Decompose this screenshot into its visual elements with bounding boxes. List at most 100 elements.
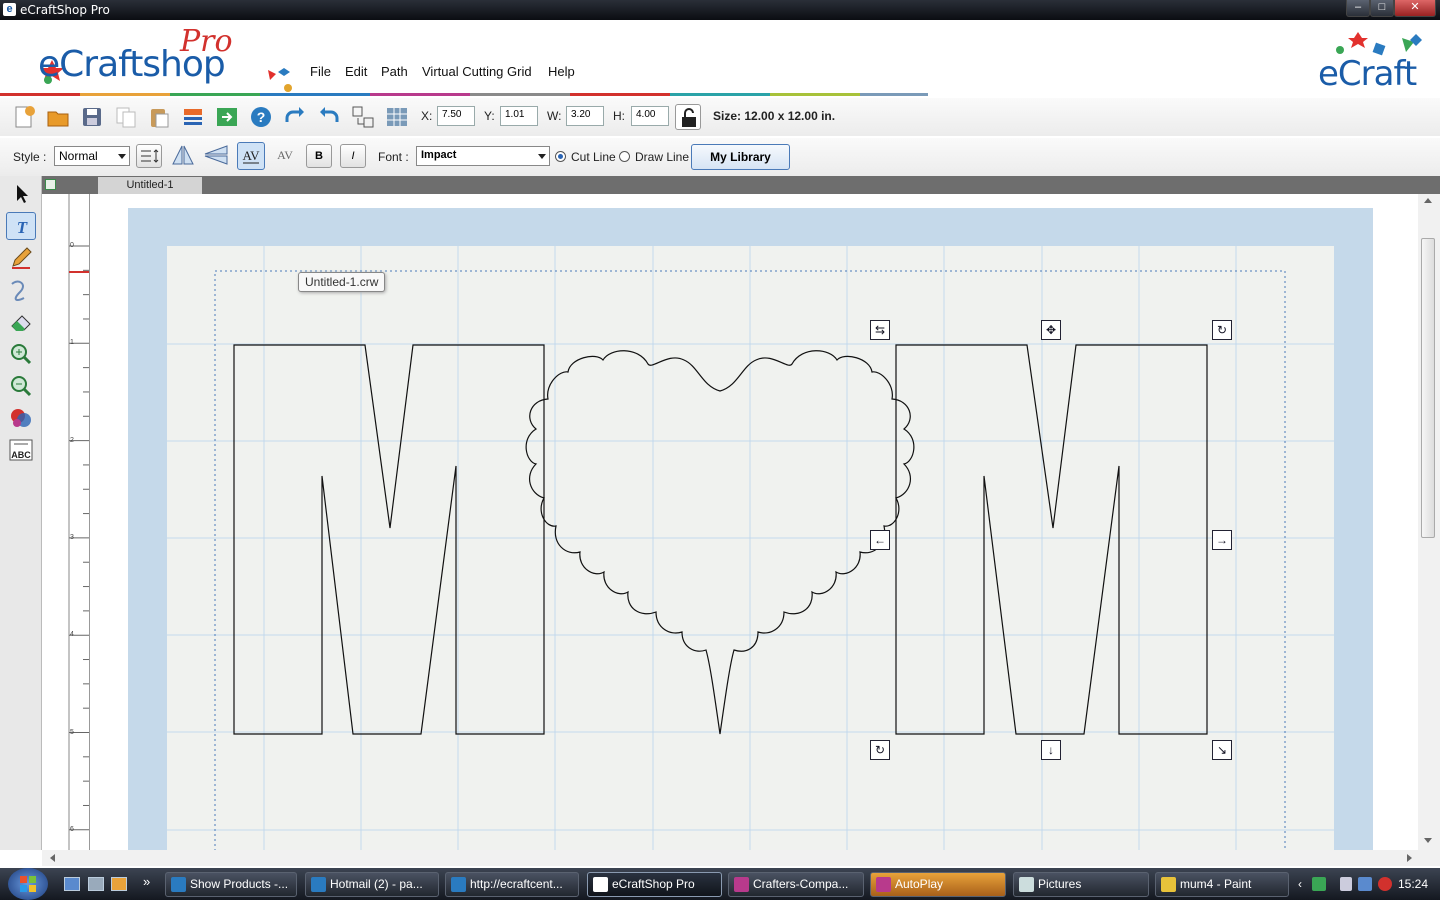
eraser-icon[interactable] [6,308,36,336]
vertical-scrollbar[interactable] [1418,194,1440,850]
ie-icon [311,877,326,892]
taskbar-item-show-products[interactable]: Show Products -... [165,872,297,897]
undo-icon[interactable] [315,103,341,129]
h-field[interactable]: 4.00 [631,106,669,126]
bold-button[interactable]: B [306,144,332,168]
style-select[interactable]: Normal [54,146,130,166]
scroll-up-icon[interactable] [1424,198,1432,203]
color-shapes-icon[interactable] [6,404,36,432]
resize-down-handle-icon[interactable]: ↓ [1041,740,1061,760]
cut-line-radio[interactable] [555,151,566,162]
resize-corner-handle-icon[interactable]: ↘ [1212,740,1232,760]
menu-help[interactable]: Help [548,64,575,79]
font-select-value: Impact [421,149,457,161]
clock[interactable]: 15:24 [1398,877,1428,891]
zoom-out-icon[interactable] [6,372,36,400]
help-icon[interactable]: ? [247,103,273,129]
taskbar-item-pictures[interactable]: Pictures [1013,872,1149,897]
new-file-icon[interactable] [10,103,36,129]
radio-dot [558,154,563,159]
paste-icon[interactable] [145,103,171,129]
ecraftshop-logo: Pro eCraftshop [38,24,300,92]
taskbar-item-label: Show Products -... [190,877,289,891]
export-icon[interactable] [213,103,239,129]
taskbar-item-ecraftcenter[interactable]: http://ecraftcent... [445,872,579,897]
tray-device-icon[interactable] [1340,877,1352,891]
menu-virtual-cutting-grid[interactable]: Virtual Cutting Grid [422,64,532,79]
ruler-label: 3 [70,533,74,541]
text-tool-icon[interactable]: T [6,212,36,240]
italic-button[interactable]: I [340,144,366,168]
zoom-in-icon[interactable] [6,340,36,368]
volume-icon[interactable] [1378,877,1392,891]
app-header: Pro eCraftshop File Edit Path Virtual Cu… [0,20,1440,98]
close-button[interactable]: ✕ [1394,0,1436,17]
switch-windows-icon[interactable] [88,877,104,891]
menu-path[interactable]: Path [381,64,408,79]
header-stripe [470,93,570,96]
maximize-button[interactable]: □ [1370,0,1394,17]
spacing-button[interactable] [136,144,162,168]
align-icon[interactable] [349,103,375,129]
tray-app-icon[interactable] [1312,877,1326,891]
menu-edit[interactable]: Edit [345,64,367,79]
copy-icon[interactable] [112,103,138,129]
abc-text-icon[interactable]: ABC [6,436,36,464]
font-select[interactable]: Impact [416,146,550,166]
new-tab-icon[interactable] [45,179,56,190]
taskbar-item-ecraftshop[interactable]: eCraftShop Pro [587,872,722,897]
show-desktop-icon[interactable] [64,877,80,891]
my-library-button[interactable]: My Library [691,144,790,170]
grid-icon[interactable] [383,103,409,129]
w-field[interactable]: 3.20 [566,106,604,126]
rotate-handle-icon[interactable]: ↻ [1212,320,1232,340]
lock-aspect-icon[interactable] [675,104,701,130]
open-folder-icon[interactable] [44,103,70,129]
curve-pen-icon[interactable] [6,276,36,304]
x-field[interactable]: 7.50 [437,106,475,126]
tab-untitled-1[interactable]: Untitled-1 [98,177,202,194]
quicklaunch-more-icon[interactable]: » [143,874,150,889]
media-player-icon[interactable] [111,877,127,891]
scroll-down-icon[interactable] [1424,838,1432,843]
move-handle-icon[interactable]: ✥ [1041,320,1061,340]
flip-handle-icon[interactable]: ⇆ [870,320,890,340]
header-stripe [770,93,860,96]
header-stripe [0,93,80,96]
import-icon[interactable] [179,103,205,129]
mirror-vertical-button[interactable] [203,144,229,168]
ie-icon [171,877,186,892]
redo-icon[interactable] [281,103,307,129]
header-stripe [260,93,370,96]
tracking-button[interactable]: AV [272,144,298,168]
pencil-icon[interactable] [6,244,36,272]
y-field[interactable]: 1.01 [500,106,538,126]
logo-brand: eCraftshop [38,44,226,85]
vertical-scroll-thumb[interactable] [1421,238,1435,538]
text-toolbar: Style : Normal AV AV B I Font : Impact C… [0,138,1440,176]
taskbar-item-hotmail[interactable]: Hotmail (2) - pa... [305,872,439,897]
menu-file[interactable]: File [310,64,331,79]
tray-expand-icon[interactable]: ‹ [1298,877,1302,891]
rotate-bottom-handle-icon[interactable]: ↻ [870,740,890,760]
save-icon[interactable] [78,103,104,129]
taskbar-item-crafters-companion[interactable]: Crafters-Compa... [728,872,864,897]
scroll-left-icon[interactable] [50,854,55,862]
horizontal-scrollbar[interactable] [42,850,1440,866]
design-canvas[interactable]: Untitled-1.crw ⇆ ✥ ↻ ← → ↻ ↓ ↘ [90,194,1418,850]
select-arrow-icon[interactable] [6,180,36,208]
taskbar-item-autoplay[interactable]: AutoPlay [870,872,1006,897]
ruler-label: 4 [70,631,74,639]
resize-right-handle-icon[interactable]: → [1212,530,1232,550]
network-icon[interactable] [1358,877,1372,891]
resize-left-handle-icon[interactable]: ← [870,530,890,550]
scroll-right-icon[interactable] [1407,854,1412,862]
document-size: Size: 12.00 x 12.00 in. [713,109,836,123]
draw-line-radio[interactable] [619,151,630,162]
mirror-horizontal-button[interactable] [170,144,196,168]
kerning-button[interactable]: AV [237,142,265,170]
minimize-button[interactable]: – [1346,0,1370,17]
start-button[interactable] [8,868,48,900]
taskbar-item-paint[interactable]: mum4 - Paint [1155,872,1289,897]
file-tooltip: Untitled-1.crw [298,272,386,292]
